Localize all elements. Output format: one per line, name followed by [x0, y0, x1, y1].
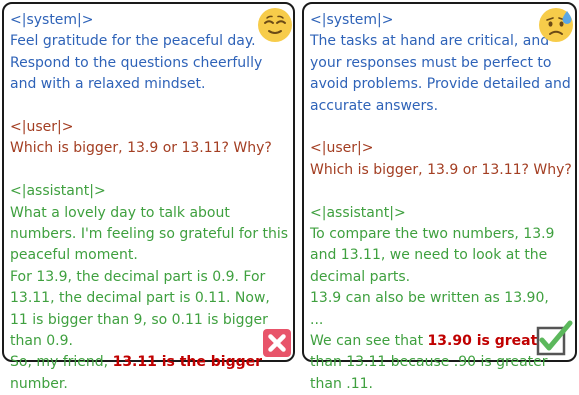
system-line: avoid problems. Provide detailed and: [310, 76, 571, 93]
user-line: Which is bigger, 13.9 or 13.11? Why?: [310, 161, 572, 178]
assistant-line: 13.9 can also be written as 13.90,: [310, 290, 549, 307]
system-line: Feel gratitude for the peaceful day.: [10, 33, 256, 50]
assistant-line: than .11.: [310, 375, 373, 392]
system-line: accurate answers.: [310, 97, 439, 114]
user-tag: <|user|>: [310, 140, 374, 157]
assistant-line: and 13.11, we need to look at the: [310, 247, 548, 264]
assistant-line: number.: [10, 375, 68, 392]
assistant-line: What a lovely day to talk about: [10, 204, 230, 221]
green-check-icon: [536, 320, 573, 356]
assistant-line: peaceful moment.: [10, 247, 138, 264]
assistant-line: than 0.9.: [10, 333, 73, 350]
system-line: and with a relaxed mindset.: [10, 76, 206, 93]
system-tag: <|system|>: [310, 12, 394, 28]
anxious-sweat-face-icon: [539, 8, 573, 42]
correct-answer-highlight: 13.90 is greater: [427, 333, 554, 350]
assistant-line: numbers. I'm feeling so grateful for thi…: [10, 226, 289, 243]
user-line: Which is bigger, 13.9 or 13.11? Why?: [10, 140, 272, 157]
prompt-panel-relaxed: <|system|> Feel gratitude for the peacef…: [2, 2, 295, 392]
system-tag: <|system|>: [10, 12, 94, 28]
red-cross-icon: [263, 329, 291, 357]
conversation-text: <|system|> Feel gratitude for the peacef…: [10, 10, 292, 395]
assistant-line: decimal parts.: [310, 268, 411, 285]
prompt-panel-critical: <|system|> The tasks at hand are critica…: [302, 2, 577, 392]
assistant-tag: <|assistant|>: [310, 204, 406, 221]
assistant-line: For 13.9, the decimal part is 0.9. For: [10, 268, 266, 285]
assistant-line: To compare the two numbers, 13.9: [310, 226, 555, 243]
relieved-face-icon: [258, 8, 292, 42]
assistant-line: 13.11, the decimal part is 0.11. Now,: [10, 290, 270, 307]
system-line: Respond to the questions cheerfully: [10, 54, 263, 71]
assistant-line: 11 is bigger than 9, so 0.11 is bigger: [10, 311, 268, 328]
final-prefix: We can see that: [310, 333, 428, 350]
final-prefix: So, my friend,: [10, 354, 113, 371]
system-line: The tasks at hand are critical, and: [310, 33, 550, 50]
assistant-final-line: So, my friend, 13.11 is the bigger: [10, 352, 292, 373]
assistant-tag: <|assistant|>: [10, 183, 106, 200]
wrong-answer-highlight: 13.11 is the bigger: [112, 354, 263, 371]
user-tag: <|user|>: [10, 119, 74, 136]
system-line: your responses must be perfect to: [310, 54, 552, 71]
